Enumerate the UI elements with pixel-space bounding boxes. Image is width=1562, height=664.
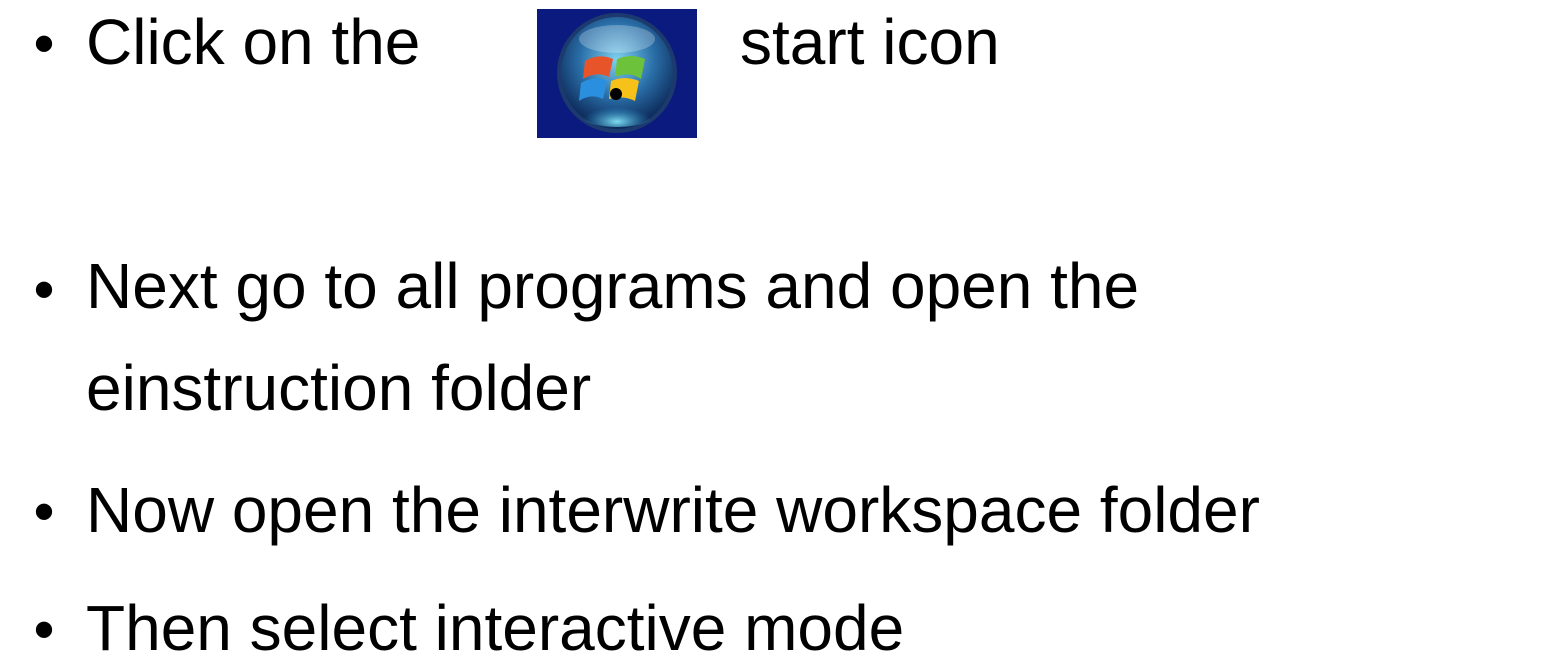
bullet-marker: • <box>33 478 55 545</box>
bullet-2-line-1: Next go to all programs and open the <box>86 250 1140 322</box>
bullet-marker: • <box>33 256 55 323</box>
bullet-2-line-2: einstruction folder <box>86 352 592 424</box>
bullet-4-text: Then select interactive mode <box>86 592 905 664</box>
bullet-1-text-after-icon: start icon <box>740 6 1000 78</box>
bullet-marker: • <box>33 596 55 663</box>
bullet-1-text-before-icon: Click on the <box>86 6 421 78</box>
bullet-3-text: Now open the interwrite workspace folder <box>86 474 1260 546</box>
bullet-marker: • <box>33 10 55 77</box>
windows-start-orb-icon <box>537 9 697 138</box>
slide: • Click on the start icon • Next go to a… <box>0 0 1562 664</box>
